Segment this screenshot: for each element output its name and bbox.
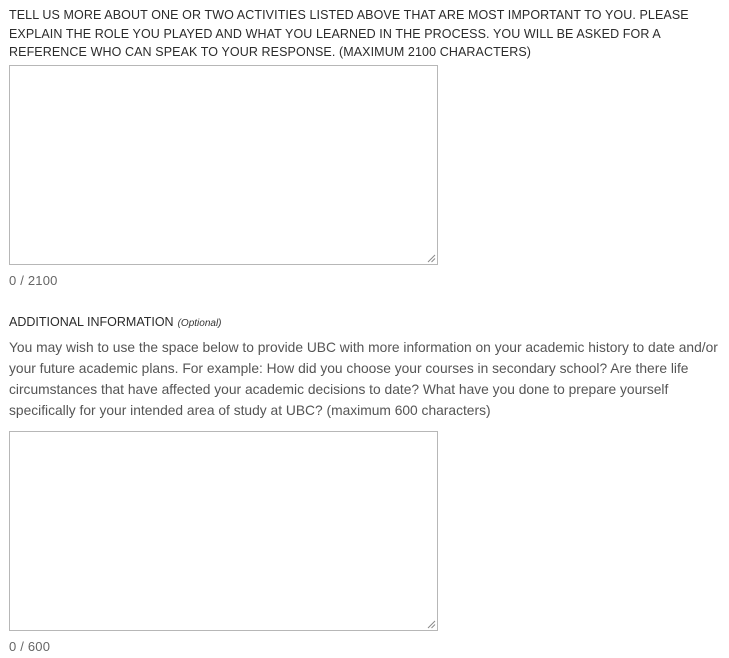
resize-grip-icon[interactable] <box>427 254 436 263</box>
additional-info-title: ADDITIONAL INFORMATION <box>9 315 174 329</box>
additional-info-character-counter: 0 / 600 <box>9 639 51 654</box>
additional-info-help-text: You may wish to use the space below to p… <box>9 340 718 418</box>
activities-character-counter: 0 / 2100 <box>9 273 58 288</box>
additional-info-label: ADDITIONAL INFORMATION (Optional) <box>9 315 222 329</box>
additional-info-textarea[interactable] <box>9 431 438 631</box>
activities-response-textarea[interactable] <box>9 65 438 265</box>
optional-tag: (Optional) <box>177 318 222 329</box>
resize-grip-icon[interactable] <box>427 620 436 629</box>
activities-question-label: TELL US MORE ABOUT ONE OR TWO ACTIVITIES… <box>9 8 689 59</box>
